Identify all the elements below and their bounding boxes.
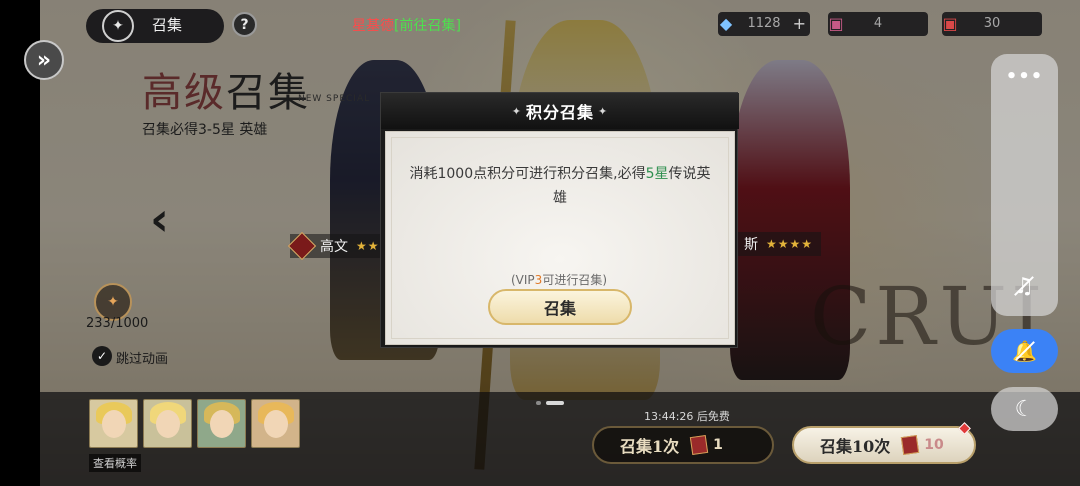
confirm-summon-button[interactable]: 召集 [488, 289, 632, 325]
summon-once-cost: 1 [713, 437, 723, 453]
resource-value: 4 [873, 16, 883, 31]
hero-tag-right[interactable]: 斯 ★★★★ [738, 232, 822, 256]
title-ornament-icon: ✦ [102, 10, 134, 42]
message-highlight: 5星 [645, 166, 669, 182]
vip-suffix: 可进行召集) [542, 273, 607, 287]
pool-title-english: NEW SPECIAL [298, 94, 371, 104]
prev-pool-arrow-icon[interactable]: ‹ [150, 192, 169, 246]
more-options-icon[interactable]: ••• [991, 62, 1058, 90]
marquee-text: 星基德 [352, 18, 394, 34]
hero-thumbnail[interactable] [89, 399, 138, 448]
moon-icon: ☾ [1014, 396, 1035, 422]
pager-dot[interactable] [536, 401, 541, 405]
expand-menu-button[interactable]: » [24, 40, 64, 80]
sparkle-icon: ✦ [511, 104, 522, 118]
announcement-marquee[interactable]: 星基德[前往召集] [352, 15, 461, 35]
pool-title-prefix: 高级 [142, 70, 226, 116]
free-draw-timer: 13:44:26 后免费 [644, 410, 730, 423]
view-rates-link[interactable]: 查看概率 [89, 454, 141, 472]
vip-requirement: (VIP3可进行召集) [380, 271, 738, 288]
sparkle-icon: ✦ [598, 104, 609, 118]
resource-red-ticket: ▣ 30 [942, 12, 1042, 36]
dialog-header: ✦ 积分召集 ✦ [381, 93, 739, 129]
resource-scroll-ticket: ▣ 4 [828, 12, 928, 36]
hero-thumbnail[interactable] [143, 399, 192, 448]
hero-name: 斯 [744, 237, 758, 253]
marquee-link[interactable]: [前往召集] [394, 18, 461, 34]
pool-title-main: 召集 [226, 70, 310, 116]
hero-thumbnail[interactable] [197, 399, 246, 448]
summon-once-label: 召集1次 [620, 437, 680, 456]
hero-tag-left[interactable]: 高文 ★★ [287, 231, 388, 261]
resource-value: 30 [983, 16, 1001, 31]
summon-ten-label: 召集10次 [820, 437, 891, 456]
message-part: 消耗1000点积分可进行积分召集,必得 [409, 166, 646, 182]
summon-ten-cost: 10 [924, 437, 944, 453]
hero-stars: ★★ [356, 239, 380, 253]
hero-thumbnail[interactable] [251, 399, 300, 448]
pager-dot-active[interactable] [546, 401, 564, 405]
page-title: 召集 [152, 16, 183, 34]
add-crystal-button[interactable]: + [793, 14, 806, 33]
summon-ten-button[interactable]: 召集10次 10 [792, 426, 976, 464]
skip-animation-checkbox[interactable]: ✓ [92, 346, 112, 366]
hero-faction-icon [287, 231, 317, 261]
pool-subtitle: 召集必得3-5星 英雄 [142, 122, 268, 138]
vip-prefix: (VIP [511, 273, 535, 287]
ticket-icon [901, 434, 920, 456]
hero-name: 高文 [320, 239, 348, 255]
pool-title: 高级召集 [142, 60, 310, 118]
music-off-button[interactable]: ♫ [1004, 269, 1044, 303]
resource-crystal: ◆ 1128 + [718, 12, 810, 36]
pool-pager [536, 401, 564, 405]
hero-stars: ★★★★ [766, 237, 814, 251]
dialog-title: 积分召集 [525, 103, 594, 122]
skip-animation-label[interactable]: 跳过动画 [116, 348, 168, 367]
help-button[interactable]: ? [232, 12, 257, 37]
mute-notifications-button[interactable]: 🔔 [991, 329, 1058, 373]
dialog-message: 消耗1000点积分可进行积分召集,必得5星传说英雄 [408, 162, 712, 210]
summon-once-button[interactable]: 召集1次 1 [592, 426, 774, 464]
points-progress-text: 233/1000 [86, 316, 149, 331]
dark-mode-button[interactable]: ☾ [991, 387, 1058, 431]
ticket-icon [689, 434, 709, 456]
